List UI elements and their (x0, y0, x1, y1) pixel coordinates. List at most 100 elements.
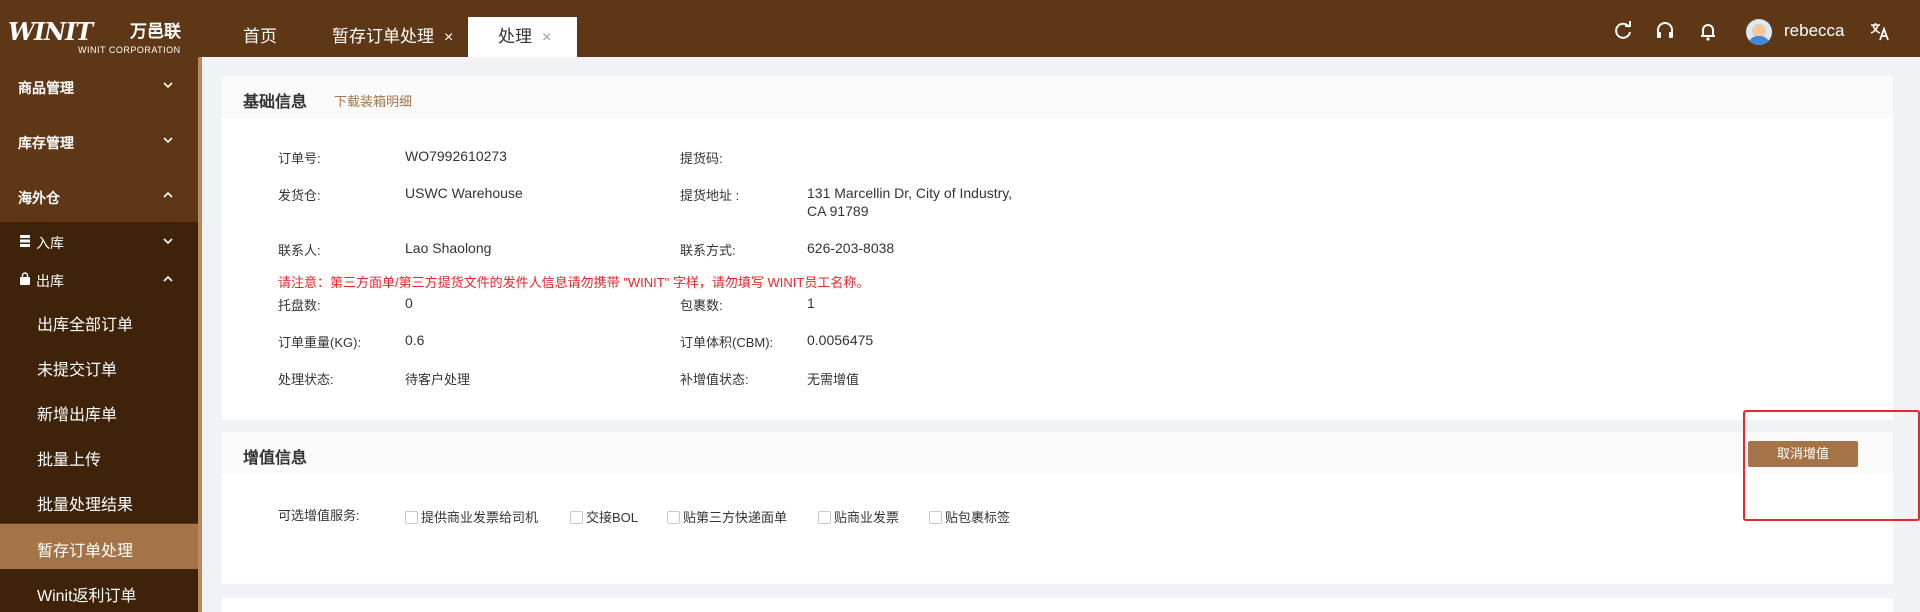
download-packing-list-link[interactable]: 下载装箱明细 (334, 91, 412, 110)
volume-value: 0.0056475 (807, 332, 874, 348)
contact-value: Lao Shaolong (405, 240, 492, 256)
vas-option-commercial-invoice[interactable]: 贴商业发票 (818, 507, 899, 526)
vas-option-invoice-to-driver[interactable]: 提供商业发票给司机 (405, 507, 538, 526)
sidebar-item-label: 未提交订单 (37, 362, 118, 379)
sidebar-item-winit-rebate-orders[interactable]: Winit返利订单 (0, 569, 198, 612)
sidebar-item-label: Winit返利订单 (37, 588, 137, 605)
order-no-value: WO7992610273 (405, 148, 507, 164)
vas-option-handover-bol[interactable]: 交接BOL (570, 507, 638, 526)
logo-mark: WINIT (8, 17, 93, 46)
pickup-address-label: 提货地址 : (680, 188, 740, 203)
volume-label: 订单体积(CBM): (680, 335, 774, 350)
bag-icon (20, 272, 30, 285)
sidebar-item-staged-orders[interactable]: 暂存订单处理 (0, 524, 198, 569)
chevron-down-icon (163, 81, 173, 88)
sidebar-item-new-outbound-order[interactable]: 新增出库单 (0, 388, 198, 433)
sidebar-item-unsubmitted-orders[interactable]: 未提交订单 (0, 343, 198, 388)
weight-value: 0.6 (405, 332, 425, 348)
sidebar-item-label: 库存管理 (18, 135, 74, 151)
pallets-value: 0 (405, 295, 413, 311)
chevron-up-icon (163, 275, 173, 282)
winit-logo[interactable]: WINIT 万邑联 WINIT CORPORATION (8, 20, 183, 56)
value-added-header: 增值信息 (222, 432, 1893, 474)
sidebar-item-label: 暂存订单处理 (37, 543, 134, 560)
logo-subtitle: WINIT CORPORATION (78, 45, 181, 55)
section-title: 增值信息 (243, 450, 308, 467)
highlight-box (1743, 410, 1920, 521)
next-section-card (222, 598, 1893, 612)
sender-warning: 请注意：第三方面单/第三方提货文件的发件人信息请勿携带 "WINIT" 字样，请… (278, 275, 870, 290)
vas-options-label: 可选增值服务: (278, 508, 360, 523)
sidebar-item-label: 出库全部订单 (37, 317, 134, 334)
tab-label: 处理 (498, 27, 532, 46)
checkbox[interactable] (818, 511, 831, 524)
section-title: 基础信息 (243, 94, 308, 111)
vas-status-value: 无需增值 (807, 372, 860, 387)
sidebar-item-label: 出库 (36, 273, 64, 289)
tab-label: 暂存订单处理 (332, 27, 434, 46)
checkbox[interactable] (667, 511, 680, 524)
checkbox[interactable] (929, 511, 942, 524)
parcels-value: 1 (807, 295, 815, 311)
sidebar-item-batch-upload[interactable]: 批量上传 (0, 433, 198, 478)
avatar-body (1748, 36, 1770, 45)
chevron-down-icon (163, 238, 173, 245)
pickup-code-label: 提货码: (680, 151, 723, 166)
checkbox-label: 贴包裹标签 (945, 510, 1011, 525)
headset-icon[interactable] (1654, 20, 1676, 42)
checkbox-label: 提供商业发票给司机 (421, 510, 539, 525)
vas-option-parcel-label[interactable]: 贴包裹标签 (929, 507, 1010, 526)
sidebar-item-label: 批量处理结果 (37, 497, 134, 514)
phone-value: 626-203-8038 (807, 240, 895, 256)
sidebar-item-label: 新增出库单 (37, 407, 118, 424)
tab-label: 首页 (243, 27, 277, 46)
warehouse-value: USWC Warehouse (405, 185, 523, 201)
checkbox[interactable] (570, 511, 583, 524)
parcels-label: 包裹数: (680, 298, 723, 313)
tab-process[interactable]: 处理 × (468, 17, 578, 57)
inbound-icon (20, 235, 30, 247)
sidebar-divider (198, 57, 202, 612)
checkbox-label: 贴第三方快递面单 (683, 510, 788, 525)
avatar[interactable] (1746, 19, 1772, 45)
tab-home[interactable]: 首页 (243, 17, 277, 57)
sidebar-item-label: 商品管理 (18, 80, 74, 96)
checkbox-label: 交接BOL (586, 510, 639, 525)
chevron-up-icon (163, 191, 173, 198)
sidebar-item-label: 批量上传 (37, 452, 102, 469)
vas-status-label: 补增值状态: (680, 372, 749, 387)
vas-option-third-party-label[interactable]: 贴第三方快递面单 (667, 507, 787, 526)
contact-label: 联系人: (278, 243, 321, 258)
pallets-label: 托盘数: (278, 298, 321, 313)
phone-label: 联系方式: (680, 243, 736, 258)
refresh-icon[interactable] (1612, 20, 1634, 42)
basic-info-header: 基础信息 下载装箱明细 (222, 76, 1893, 118)
sidebar-item-batch-results[interactable]: 批量处理结果 (0, 478, 198, 523)
sidebar-item-label: 入库 (36, 235, 64, 251)
sidebar-item-inbound[interactable]: 入库 (0, 222, 198, 260)
translate-icon[interactable] (1869, 20, 1891, 42)
warehouse-label: 发货仓: (278, 188, 321, 203)
bell-icon[interactable] (1697, 20, 1719, 42)
sidebar-item-inventory-management[interactable]: 库存管理 (0, 112, 198, 167)
sidebar-item-label: 海外仓 (18, 190, 60, 206)
logo-chinese-name: 万邑联 (130, 22, 181, 41)
username[interactable]: rebecca (1784, 20, 1844, 42)
sidebar-item-all-outbound-orders[interactable]: 出库全部订单 (0, 298, 198, 343)
weight-label: 订单重量(KG): (278, 335, 362, 350)
close-icon[interactable]: × (444, 29, 453, 46)
top-bar: WINIT 万邑联 WINIT CORPORATION 首页 暂存订单处理 × 处… (0, 0, 1920, 57)
pickup-address-line1: 131 Marcellin Dr, City of Industry, (807, 185, 1013, 201)
tab-staged-orders[interactable]: 暂存订单处理 × (332, 17, 453, 57)
checkbox-label: 贴商业发票 (834, 510, 900, 525)
chevron-down-icon (163, 136, 173, 143)
sidebar-item-overseas-warehouse[interactable]: 海外仓 (0, 167, 198, 222)
sidebar-item-outbound[interactable]: 出库 (0, 260, 198, 298)
checkbox[interactable] (405, 511, 418, 524)
status-label: 处理状态: (278, 372, 334, 387)
pickup-address-line2: CA 91789 (807, 203, 869, 219)
status-value: 待客户处理 (405, 372, 471, 387)
order-no-label: 订单号: (278, 151, 321, 166)
close-icon[interactable]: × (542, 29, 551, 46)
sidebar-item-product-management[interactable]: 商品管理 (0, 57, 198, 112)
